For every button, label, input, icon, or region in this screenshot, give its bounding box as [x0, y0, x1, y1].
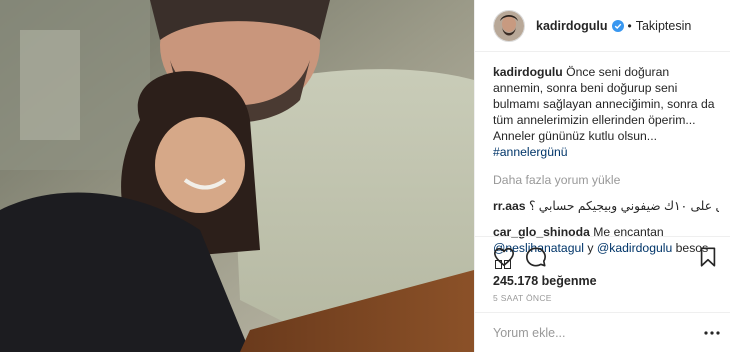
post-photo[interactable] — [0, 0, 474, 352]
bookmark-icon[interactable] — [697, 246, 719, 268]
add-comment-input[interactable] — [493, 313, 693, 352]
follow-status-button[interactable]: Takiptesin — [636, 19, 692, 33]
load-more-comments-button[interactable]: Daha fazla yorum yükle — [493, 172, 719, 188]
comment-text: بقي قليل على ١٠ك ضيفوني وبيجيكم حسابي ؟ — [528, 199, 719, 213]
avatar-image — [494, 10, 524, 41]
separator-dot: • — [627, 18, 632, 33]
list-item: rr.aas بقي قليل على ١٠ك ضيفوني وبيجيكم ح… — [493, 198, 719, 214]
like-count[interactable]: 245.178 beğenme — [493, 274, 597, 288]
comment-username[interactable]: rr.aas — [493, 199, 526, 213]
heart-icon[interactable] — [493, 246, 515, 268]
post-header: kadirdogulu • Takiptesin — [475, 0, 730, 52]
more-options-icon[interactable] — [703, 325, 721, 341]
avatar[interactable] — [493, 9, 525, 42]
caption-username[interactable]: kadirdogulu — [493, 65, 563, 79]
selfie-photo-illustration — [0, 0, 474, 352]
post-caption: kadirdogulu Önce seni doğuran annemin, s… — [493, 64, 719, 160]
post-details-panel: kadirdogulu • Takiptesin kadirdogulu Önc… — [474, 0, 730, 352]
divider — [475, 236, 730, 237]
post-actions — [493, 246, 719, 270]
verified-badge-icon — [611, 19, 624, 32]
add-comment-section — [475, 312, 730, 352]
caption-hashtag[interactable]: #annelergünü — [493, 145, 568, 159]
comments-list: kadirdogulu Önce seni doğuran annemin, s… — [493, 64, 719, 272]
comment-bubble-icon[interactable] — [525, 246, 547, 268]
header-username[interactable]: kadirdogulu — [536, 19, 608, 33]
post-timestamp[interactable]: 5 SAAT ÖNCE — [493, 293, 552, 303]
